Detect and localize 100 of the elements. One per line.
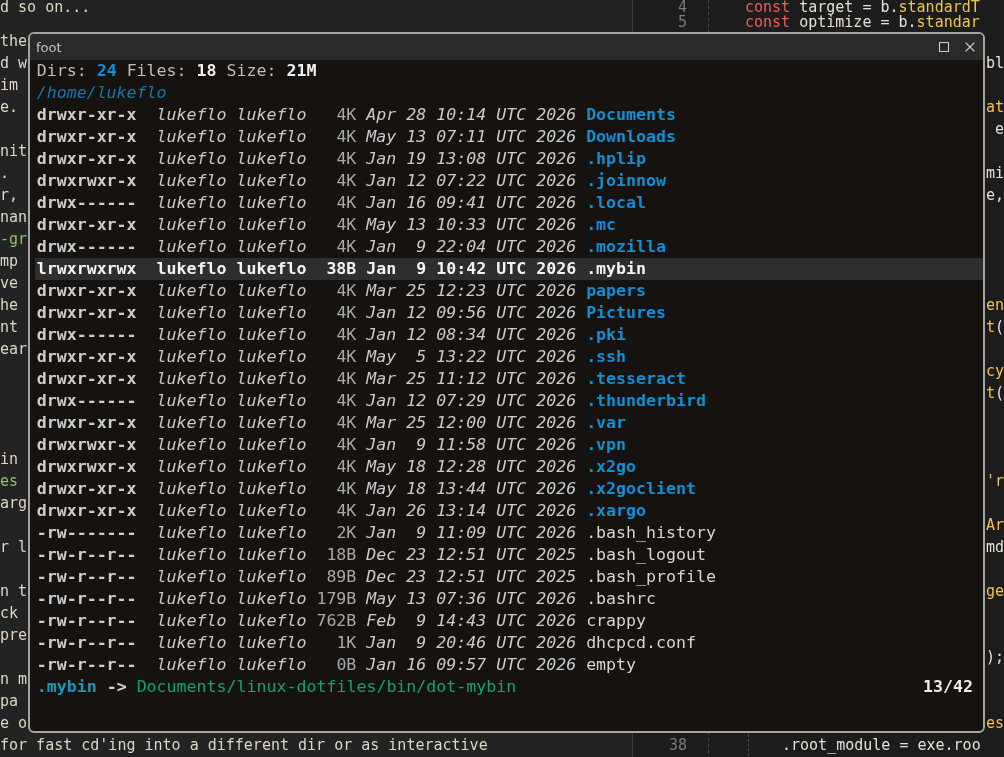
owner-text: lukeflo <box>156 544 227 566</box>
file-name: .var <box>586 412 627 434</box>
file-row[interactable]: -rw-r--r-- lukeflo lukeflo 762B Feb 9 14:43 UTC 2026 crappy <box>35 610 983 632</box>
file-row[interactable]: -rw-r--r-- lukeflo lukeflo 18B Dec 23 12:51 UTC 2025 .bash_logout <box>35 544 983 566</box>
size-text: 4K <box>336 302 357 324</box>
file-row[interactable]: -rw-r--r-- lukeflo lukeflo 0B Jan 16 09:57 UTC 2026 empty <box>35 654 983 676</box>
size-text: 4K <box>336 434 357 456</box>
group-text: lukeflo <box>236 170 307 192</box>
group-text: lukeflo <box>236 280 307 302</box>
owner-text: lukeflo <box>156 214 227 236</box>
code-line: cy <box>985 363 1004 379</box>
date-text: Apr 28 10:14 UTC 2026 <box>366 104 577 126</box>
owner-text: lukeflo <box>156 302 227 324</box>
file-row[interactable]: drwxr-xr-x lukeflo lukeflo 4K Mar 25 11:12 UTC 2026 .tesseract <box>35 368 983 390</box>
group-text: lukeflo <box>236 588 307 610</box>
file-row[interactable]: drwxr-xr-x lukeflo lukeflo 4K May 13 07:11 UTC 2026 Downloads <box>35 126 983 148</box>
line-number: 38 <box>668 737 687 753</box>
date-text: May 13 10:33 UTC 2026 <box>366 214 577 236</box>
permissions-text: -rw-r--r-- <box>36 588 137 610</box>
date-text: Jan 9 11:09 UTC 2026 <box>366 522 577 544</box>
group-text: lukeflo <box>236 456 307 478</box>
file-row[interactable]: drwxr-xr-x lukeflo lukeflo 4K Mar 25 12:00 UTC 2026 .var <box>35 412 983 434</box>
permissions-text: -rw-r--r-- <box>36 566 137 588</box>
file-row[interactable]: drwxrwxr-x lukeflo lukeflo 4K Jan 12 07:22 UTC 2026 .joinnow <box>35 170 983 192</box>
date-text: Jan 9 10:42 UTC 2026 <box>366 258 577 280</box>
owner-text: lukeflo <box>156 236 227 258</box>
owner-text: lukeflo <box>156 258 227 280</box>
code-line: es <box>985 715 1004 731</box>
group-text: lukeflo <box>236 500 307 522</box>
owner-text: lukeflo <box>156 610 227 632</box>
text-line: pa <box>0 693 19 709</box>
file-name: Documents <box>586 104 677 126</box>
code-line: mi <box>985 165 1004 181</box>
permissions-text: drwxr-xr-x <box>36 214 137 236</box>
file-row[interactable]: drwxr-xr-x lukeflo lukeflo 4K May 18 13:44 UTC 2026 .x2goclient <box>35 478 983 500</box>
text-line: -gr <box>0 231 28 247</box>
permissions-text: drwxrwxr-x <box>36 456 137 478</box>
size-text: 762B <box>316 610 357 632</box>
date-text: Feb 9 14:43 UTC 2026 <box>366 610 577 632</box>
size-text: 4K <box>336 236 357 258</box>
file-row[interactable]: drwxr-xr-x lukeflo lukeflo 4K May 13 10:33 UTC 2026 .mc <box>35 214 983 236</box>
text-line: im <box>0 77 19 93</box>
size-text: 4K <box>336 280 357 302</box>
file-row[interactable]: drwxrwxr-x lukeflo lukeflo 4K Jan 9 11:58 UTC 2026 .vpn <box>35 434 983 456</box>
permissions-text: -rw-r--r-- <box>36 610 137 632</box>
code-line: const optimize = b.standar <box>745 15 980 30</box>
date-text: Jan 16 09:41 UTC 2026 <box>366 192 577 214</box>
file-row[interactable]: drwx------ lukeflo lukeflo 4K Jan 16 09:41 UTC 2026 .local <box>35 192 983 214</box>
file-row[interactable]: -rw------- lukeflo lukeflo 2K Jan 9 11:09 UTC 2026 .bash_history <box>35 522 983 544</box>
text-line: d so on... <box>0 0 91 15</box>
file-row[interactable]: drwxr-xr-x lukeflo lukeflo 4K Jan 26 13:14 UTC 2026 .xargo <box>35 500 983 522</box>
date-text: May 5 13:22 UTC 2026 <box>366 346 577 368</box>
file-row[interactable]: -rw-r--r-- lukeflo lukeflo 89B Dec 23 12:51 UTC 2025 .bash_profile <box>35 566 983 588</box>
group-text: lukeflo <box>236 236 307 258</box>
close-icon[interactable] <box>965 42 975 52</box>
file-row[interactable]: drwx------ lukeflo lukeflo 4K Jan 12 07:29 UTC 2026 .thunderbird <box>35 390 983 412</box>
file-row[interactable]: drwx------ lukeflo lukeflo 4K Jan 12 08:34 UTC 2026 .pki <box>35 324 983 346</box>
file-name: crappy <box>586 610 647 632</box>
permissions-text: drwxr-xr-x <box>36 368 137 390</box>
date-text: Jan 12 07:22 UTC 2026 <box>366 170 577 192</box>
text-line: in <box>0 451 19 467</box>
code-line: Ar <box>985 517 1004 533</box>
owner-text: lukeflo <box>156 654 227 676</box>
permissions-text: -rw------- <box>36 522 137 544</box>
permissions-text: -rw-r--r-- <box>36 544 137 566</box>
file-name: .mc <box>586 214 617 236</box>
owner-text: lukeflo <box>156 412 227 434</box>
file-row[interactable]: drwx------ lukeflo lukeflo 4K Jan 9 22:04 UTC 2026 .mozilla <box>35 236 983 258</box>
group-text: lukeflo <box>236 214 307 236</box>
file-row[interactable]: -rw-r--r-- lukeflo lukeflo 179B May 13 07:36 UTC 2026 .bashrc <box>35 588 983 610</box>
code-line: ); <box>985 649 1004 665</box>
size-text: 89B <box>326 566 357 588</box>
code-line: en <box>985 297 1004 313</box>
owner-text: lukeflo <box>156 632 227 654</box>
permissions-text: -rw-r--r-- <box>36 654 137 676</box>
line-number: 4 <box>677 0 687 15</box>
text-line: ear <box>0 341 28 357</box>
maximize-icon[interactable] <box>939 42 949 52</box>
file-name: .hplip <box>586 148 647 170</box>
file-row[interactable]: drwxr-xr-x lukeflo lukeflo 4K May 5 13:22 UTC 2026 .ssh <box>35 346 983 368</box>
file-row[interactable]: drwxr-xr-x lukeflo lukeflo 4K Jan 19 13:08 UTC 2026 .hplip <box>35 148 983 170</box>
permissions-text: drwxr-xr-x <box>36 500 137 522</box>
file-row[interactable]: drwxr-xr-x lukeflo lukeflo 4K Jan 12 09:56 UTC 2026 Pictures <box>35 302 983 324</box>
text-line: . <box>0 165 10 181</box>
size-text: 4K <box>336 500 357 522</box>
owner-text: lukeflo <box>156 170 227 192</box>
file-name: Downloads <box>586 126 677 148</box>
permissions-text: drwxr-xr-x <box>36 478 137 500</box>
file-row[interactable]: lrwxrwxrwx lukeflo lukeflo 38B Jan 9 10:42 UTC 2026 .mybin <box>35 258 983 280</box>
file-row[interactable]: -rw-r--r-- lukeflo lukeflo 1K Jan 9 20:46 UTC 2026 dhcpcd.conf <box>35 632 983 654</box>
file-row[interactable]: drwxr-xr-x lukeflo lukeflo 4K Mar 25 12:23 UTC 2026 papers <box>35 280 983 302</box>
text-line: nt <box>0 319 19 335</box>
size-text: 0B <box>336 654 357 676</box>
group-text: lukeflo <box>236 192 307 214</box>
file-row[interactable]: drwxr-xr-x lukeflo lukeflo 4K Apr 28 10:14 UTC 2026 Documents <box>35 104 983 126</box>
group-text: lukeflo <box>236 654 307 676</box>
size-text: 1K <box>336 632 357 654</box>
file-row[interactable]: drwxrwxr-x lukeflo lukeflo 4K May 18 12:28 UTC 2026 .x2go <box>35 456 983 478</box>
date-text: Jan 19 13:08 UTC 2026 <box>366 148 577 170</box>
date-text: Mar 25 12:00 UTC 2026 <box>366 412 577 434</box>
